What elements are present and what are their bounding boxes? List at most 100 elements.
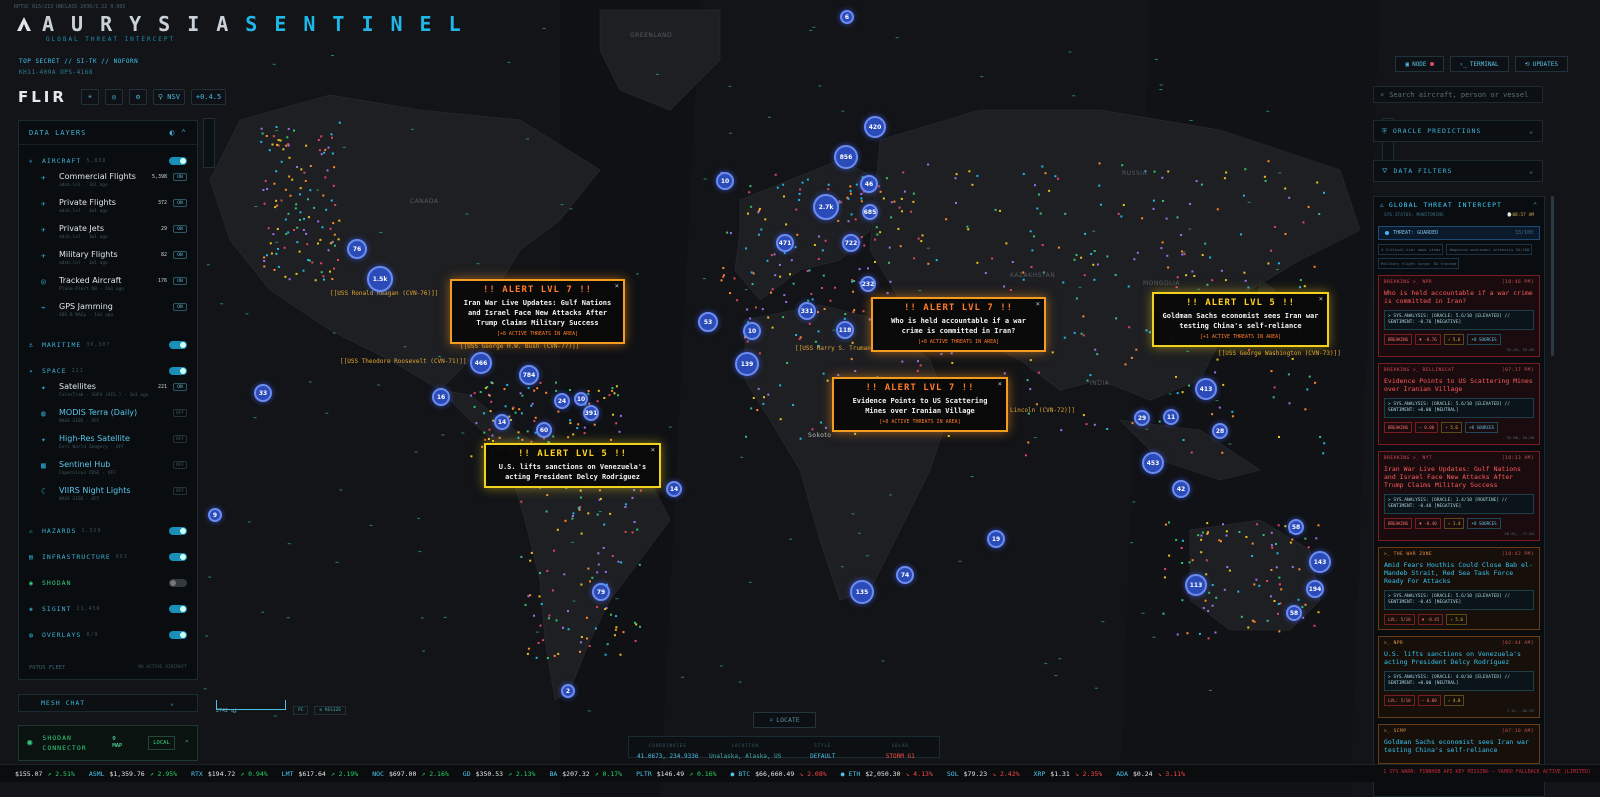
traffic-marker[interactable]: [270, 252, 273, 255]
traffic-marker[interactable]: [947, 435, 950, 437]
traffic-marker[interactable]: [475, 422, 478, 425]
traffic-marker[interactable]: [917, 237, 920, 240]
traffic-marker[interactable]: [1005, 242, 1008, 245]
traffic-marker[interactable]: [1200, 183, 1203, 186]
carrier-label[interactable]: Lincoln (CVN-72)]]: [1010, 407, 1075, 414]
traffic-marker[interactable]: [587, 390, 590, 392]
news-badge[interactable]: +8 SOURCES: [1467, 518, 1501, 529]
section-overlays[interactable]: ◍ OVERLAYS 8/9: [19, 627, 197, 643]
traffic-marker[interactable]: [927, 262, 930, 265]
traffic-marker[interactable]: [900, 197, 903, 200]
traffic-marker[interactable]: [299, 187, 302, 190]
vessel-marker[interactable]: [1078, 286, 1082, 288]
traffic-marker[interactable]: [1098, 162, 1101, 165]
traffic-marker[interactable]: [783, 294, 786, 297]
traffic-marker[interactable]: [1262, 534, 1265, 536]
traffic-marker[interactable]: [299, 193, 301, 196]
traffic-marker[interactable]: [799, 437, 802, 440]
close-icon[interactable]: ×: [1319, 295, 1323, 303]
traffic-marker[interactable]: [779, 418, 782, 421]
vessel-marker[interactable]: [272, 63, 276, 65]
traffic-marker[interactable]: [611, 389, 614, 392]
news-card[interactable]: BREAKING ≻_ NYT [10:33 AM] Iran War Live U…: [1378, 451, 1540, 541]
traffic-marker[interactable]: [1269, 595, 1272, 598]
traffic-marker[interactable]: [334, 244, 336, 247]
vessel-marker[interactable]: [841, 110, 845, 112]
traffic-marker[interactable]: [847, 220, 850, 223]
traffic-marker[interactable]: [527, 387, 530, 389]
traffic-marker[interactable]: [583, 432, 586, 435]
traffic-marker[interactable]: [1037, 371, 1040, 374]
traffic-marker[interactable]: [535, 656, 538, 659]
traffic-marker[interactable]: [545, 391, 548, 394]
traffic-marker[interactable]: [885, 177, 888, 180]
traffic-marker[interactable]: [634, 621, 636, 624]
sigint-toggle[interactable]: [169, 605, 187, 613]
traffic-marker[interactable]: [579, 489, 582, 492]
traffic-marker[interactable]: [527, 595, 530, 598]
traffic-marker[interactable]: [785, 223, 788, 226]
traffic-marker[interactable]: [774, 173, 777, 176]
traffic-marker[interactable]: [579, 641, 582, 644]
traffic-marker[interactable]: [874, 261, 876, 263]
traffic-marker[interactable]: [1201, 254, 1204, 256]
traffic-marker[interactable]: [1231, 415, 1234, 418]
traffic-marker[interactable]: [536, 387, 539, 390]
traffic-marker[interactable]: [596, 571, 599, 574]
traffic-marker[interactable]: [1243, 271, 1246, 274]
traffic-marker[interactable]: [487, 438, 490, 440]
vessel-marker[interactable]: [325, 412, 329, 414]
traffic-marker[interactable]: [1090, 253, 1093, 255]
traffic-marker[interactable]: [268, 149, 271, 152]
traffic-marker[interactable]: [608, 394, 611, 397]
traffic-marker[interactable]: [729, 232, 732, 235]
traffic-marker[interactable]: [1162, 612, 1165, 615]
traffic-marker[interactable]: [1276, 552, 1279, 555]
traffic-marker[interactable]: [546, 657, 549, 659]
traffic-marker[interactable]: [556, 528, 559, 531]
traffic-marker[interactable]: [1198, 632, 1201, 635]
traffic-marker[interactable]: [306, 243, 309, 246]
layer-satellites[interactable]: ✦ Satellites CelesTrak · SGP4 (AIS.) · 1m1…: [19, 379, 197, 405]
vessel-marker[interactable]: [342, 146, 346, 148]
traffic-marker[interactable]: [615, 626, 618, 629]
cluster-marker[interactable]: 118: [836, 321, 854, 339]
traffic-marker[interactable]: [1223, 588, 1226, 591]
news-scrollbar[interactable]: [1551, 196, 1554, 356]
ticker-item[interactable]: SOL $79.23 ↘ 2.42%: [947, 770, 1020, 778]
traffic-marker[interactable]: [994, 208, 997, 211]
traffic-marker[interactable]: [1308, 375, 1311, 378]
ticker-item[interactable]: LMT $617.64 ↗ 2.19%: [282, 770, 359, 778]
cluster-marker[interactable]: 6: [840, 10, 854, 24]
left-panel-collapse-tab[interactable]: [203, 118, 215, 168]
traffic-marker[interactable]: [1205, 573, 1208, 576]
traffic-marker[interactable]: [1204, 599, 1207, 602]
traffic-marker[interactable]: [1307, 205, 1310, 208]
traffic-marker[interactable]: [483, 412, 485, 415]
traffic-marker[interactable]: [888, 246, 891, 249]
traffic-marker[interactable]: [1207, 531, 1209, 534]
layer-state-button[interactable]: OFF: [173, 461, 187, 469]
traffic-marker[interactable]: [309, 189, 312, 192]
traffic-marker[interactable]: [553, 654, 556, 657]
traffic-marker[interactable]: [1100, 203, 1102, 206]
traffic-marker[interactable]: [338, 219, 341, 222]
section-hazards[interactable]: ⚠ HAZARDS 1,328: [19, 523, 197, 539]
traffic-marker[interactable]: [291, 178, 294, 181]
traffic-marker[interactable]: [1225, 530, 1228, 533]
cluster-marker[interactable]: 722: [842, 234, 860, 252]
traffic-marker[interactable]: [289, 194, 292, 197]
traffic-marker[interactable]: [825, 426, 827, 429]
traffic-marker[interactable]: [860, 193, 863, 195]
traffic-marker[interactable]: [1206, 283, 1209, 286]
traffic-marker[interactable]: [1191, 559, 1194, 562]
traffic-marker[interactable]: [300, 168, 303, 171]
vessel-marker[interactable]: [1130, 542, 1134, 544]
traffic-marker[interactable]: [1036, 207, 1039, 210]
ticker-item[interactable]: $155.07 ↗ 2.51%: [10, 770, 75, 778]
traffic-marker[interactable]: [524, 603, 527, 606]
traffic-marker[interactable]: [837, 374, 840, 377]
traffic-marker[interactable]: [912, 200, 915, 203]
traffic-marker[interactable]: [817, 330, 820, 333]
cluster-marker[interactable]: 24: [554, 393, 570, 409]
